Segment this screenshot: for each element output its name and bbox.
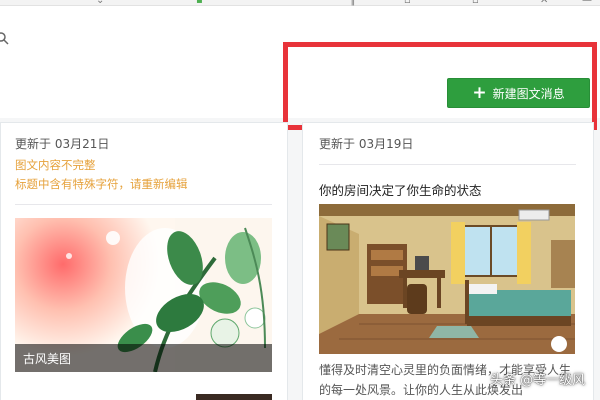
divider [15, 204, 272, 205]
watermark-text: 头条 @等一级风 [490, 373, 586, 388]
window-icon[interactable]: ▫ [404, 0, 411, 6]
close-icon[interactable]: ✕ [540, 0, 548, 6]
browser-toolbar: ⌄ ▪ ║ ▫ ▫ ✕ — [0, 0, 600, 6]
warning-incomplete: 图文内容不完整 [15, 158, 96, 172]
divider [319, 164, 576, 165]
restore-icon[interactable]: ▫ [472, 0, 479, 6]
cover-caption: 古风美图 [15, 344, 272, 372]
extension-icon[interactable]: ▪ [196, 0, 203, 6]
updated-date: 更新于 03月21日 [15, 137, 110, 151]
bedroom-illustration [319, 204, 575, 354]
cover-image[interactable]: 古风美图 [15, 218, 272, 372]
menu-icon[interactable]: ║ [350, 0, 356, 6]
updated-date: 更新于 03月19日 [319, 137, 414, 151]
watermark: 头条 @等一级风 [490, 369, 585, 388]
search-icon[interactable] [0, 31, 10, 47]
cover-image[interactable] [319, 204, 575, 354]
warning-special-chars: 标题中含有特殊字符，请重新编辑 [15, 177, 188, 191]
cover-caption-text: 古风美图 [23, 351, 72, 366]
next-thumbnail[interactable] [196, 394, 272, 400]
minimize-icon[interactable]: — [582, 0, 592, 6]
download-icon[interactable]: ⌄ [96, 0, 104, 6]
highlight-annotation [283, 42, 597, 130]
article-title[interactable]: 你的房间决定了你生命的状态 [319, 180, 482, 199]
